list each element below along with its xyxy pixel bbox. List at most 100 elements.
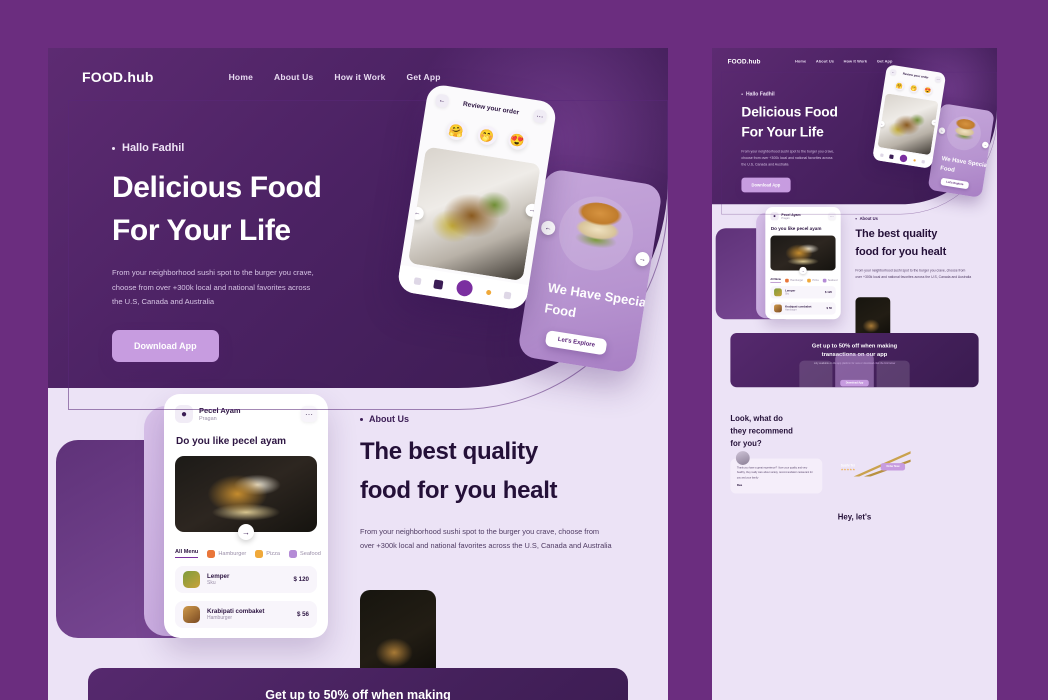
menu-tab-pizza[interactable]: Pizza: [255, 549, 280, 558]
testimonial-title: Look, what do they recommend for you?: [730, 412, 822, 450]
nav-links: Home About Us How it Work Get App: [229, 72, 441, 82]
phone-mockup-menu[interactable]: ● Pecel Ayam Pragan ⋯ Do you like pecel …: [765, 207, 841, 320]
emoji-smiling-icon[interactable]: 🤭: [475, 124, 498, 147]
brand-logo[interactable]: FOOD.hub: [728, 58, 761, 65]
arrow-left-icon[interactable]: ←: [878, 120, 886, 128]
about-title: The best quality food for you healt: [855, 225, 980, 261]
hero-section: FOOD.hub Home About Us How it Work Get A…: [712, 48, 997, 215]
arrow-right-icon[interactable]: →: [524, 202, 540, 218]
about-copy: About Us The best quality food for you h…: [855, 216, 980, 280]
nav-link-about-us[interactable]: About Us: [274, 72, 313, 82]
emoji-smiling-icon[interactable]: 🤭: [908, 83, 919, 94]
menu-tab-seafood[interactable]: Seafood: [822, 278, 837, 283]
more-icon[interactable]: ⋯: [532, 108, 548, 124]
about-eyebrow: About Us: [855, 216, 980, 221]
more-icon[interactable]: ⋯: [934, 75, 942, 83]
phone-menu-food-photo: →: [175, 456, 317, 540]
arrow-left-icon[interactable]: ←: [434, 93, 450, 109]
phone-menu-place-sub: Pragan: [199, 415, 217, 422]
brand-logo[interactable]: FOOD.hub: [82, 69, 154, 85]
about-title-line1: The best quality: [360, 438, 538, 465]
arrow-right-icon[interactable]: →: [931, 119, 938, 127]
hero-title: Delicious Food For Your Life: [112, 167, 368, 252]
navbar: FOOD.hub Home About Us How it Work Get A…: [712, 48, 997, 67]
nav-alert-icon[interactable]: [485, 289, 492, 295]
phone-menu-header: ● Pecel Ayam Pragan ⋯: [765, 207, 840, 221]
promo-download-button[interactable]: Download App: [840, 379, 869, 387]
lets-explore-button[interactable]: Let's Explore: [940, 177, 970, 190]
hero-paragraph: From your neighborhood sushi spot to the…: [741, 149, 835, 167]
dish-name: Sushi Tei: [840, 464, 855, 468]
menu-tab-all[interactable]: All Menu: [175, 549, 199, 558]
emoji-hugging-icon[interactable]: 🤗: [894, 80, 905, 91]
nav-link-home[interactable]: Home: [229, 72, 253, 82]
testimonial-card: Thank you have a great experience? I lov…: [730, 450, 823, 494]
phone-mockup-menu[interactable]: ● Pecel Ayam Pragan ⋯ Do you like pecel …: [164, 394, 328, 638]
seafood-icon: [822, 278, 827, 283]
menu-tab-hamburger[interactable]: Hamburger: [785, 278, 803, 283]
menu-tab-all[interactable]: All Menu: [770, 278, 782, 283]
menu-tab-hamburger[interactable]: Hamburger: [207, 549, 246, 558]
emoji-hugging-icon[interactable]: 🤗: [445, 119, 468, 142]
promo-title-line1: Get up to 50% off when making: [811, 342, 898, 349]
order-now-button[interactable]: Order Now: [880, 463, 906, 471]
menu-tab-pizza[interactable]: Pizza: [807, 278, 819, 283]
arrow-left-icon[interactable]: ←: [409, 206, 425, 222]
more-icon[interactable]: ⋯: [301, 406, 317, 422]
menu-list-item[interactable]: Lemper Sku $ 120: [175, 566, 317, 593]
testimonial-author: Dwa: [736, 484, 743, 488]
hero-paragraph: From your neighborhood sushi spot to the…: [112, 268, 314, 307]
nav-home-icon[interactable]: [413, 276, 422, 285]
promo-title-line1: Get up to 50% off when making: [265, 688, 451, 700]
emoji-heart-eyes-icon[interactable]: 😍: [506, 129, 529, 151]
arrow-right-icon[interactable]: →: [981, 141, 989, 149]
nav-cart-icon[interactable]: [899, 154, 908, 163]
download-app-button[interactable]: Download App: [741, 177, 791, 193]
hero-title: Delicious Food For Your Life: [741, 103, 859, 142]
arrow-right-icon[interactable]: →: [799, 266, 807, 275]
nav-alert-icon[interactable]: [913, 158, 916, 162]
hero-greeting: Hallo Fadhil: [112, 142, 368, 154]
screenshot-canvas: FOOD.hub Home About Us How it Work Get A…: [0, 0, 1048, 700]
main-design-panel: FOOD.hub Home About Us How it Work Get A…: [48, 48, 668, 700]
menu-list-item[interactable]: Lemper Sku $ 120: [770, 286, 836, 299]
item-thumbnail: [183, 606, 200, 623]
download-app-button[interactable]: Download App: [112, 329, 219, 362]
hero-section: FOOD.hub Home About Us How it Work Get A…: [48, 48, 668, 410]
arrow-right-icon[interactable]: →: [238, 524, 254, 540]
nav-wallet-icon[interactable]: [889, 154, 895, 159]
arrow-left-icon[interactable]: ←: [540, 219, 557, 236]
nav-home-icon[interactable]: [880, 153, 884, 157]
testimonial-section: Look, what do they recommend for you? Th…: [712, 412, 997, 494]
lets-explore-button[interactable]: Let's Explore: [544, 330, 608, 356]
hamburger-icon: [207, 549, 216, 558]
recommended-dish-card[interactable]: Sushi Tei ★★★★★ Order Now: [834, 412, 911, 477]
nav-link-home[interactable]: Home: [795, 59, 806, 64]
more-icon[interactable]: ⋯: [828, 212, 836, 220]
nav-profile-icon[interactable]: [503, 291, 512, 300]
pizza-icon: [807, 278, 811, 283]
arrow-left-icon[interactable]: ←: [938, 127, 946, 135]
hero-copy: Hallo Fadhil Delicious Food For Your Lif…: [48, 90, 368, 362]
arrow-left-icon[interactable]: ←: [889, 68, 897, 76]
nav-wallet-icon[interactable]: [433, 278, 444, 290]
promo-banner: Get up to 50% off when making transactio…: [730, 333, 979, 388]
emoji-heart-eyes-icon[interactable]: 😍: [922, 85, 933, 96]
nav-cart-icon[interactable]: [455, 279, 474, 298]
about-paragraph: From your neighborhood sushi spot to the…: [855, 268, 972, 279]
nav-link-get-app[interactable]: Get App: [877, 59, 893, 64]
nav-link-how-it-work[interactable]: How it Work: [334, 72, 385, 82]
side-preview-panel: FOOD.hub Home About Us How it Work Get A…: [712, 48, 997, 700]
arrow-right-icon[interactable]: →: [634, 251, 651, 268]
phone-menu-question: Do you like pecel ayam: [176, 436, 287, 447]
phone-menu-header: ● Pecel Ayam Pragan ⋯: [164, 394, 328, 423]
menu-tab-seafood[interactable]: Seafood: [288, 549, 321, 558]
menu-list-item[interactable]: Krabipati combaket Hamburger $ 56: [175, 601, 317, 628]
menu-list-item[interactable]: Krabipati combaket Hamburger $ 56: [770, 302, 836, 315]
nav-link-about-us[interactable]: About Us: [816, 59, 834, 64]
nav-link-get-app[interactable]: Get App: [407, 72, 441, 82]
testimonial-copy: Look, what do they recommend for you? Th…: [730, 412, 823, 494]
nav-link-how-it-work[interactable]: How it Work: [844, 59, 868, 64]
nav-profile-icon[interactable]: [921, 159, 926, 164]
promo-card-center: Download App: [835, 354, 874, 388]
